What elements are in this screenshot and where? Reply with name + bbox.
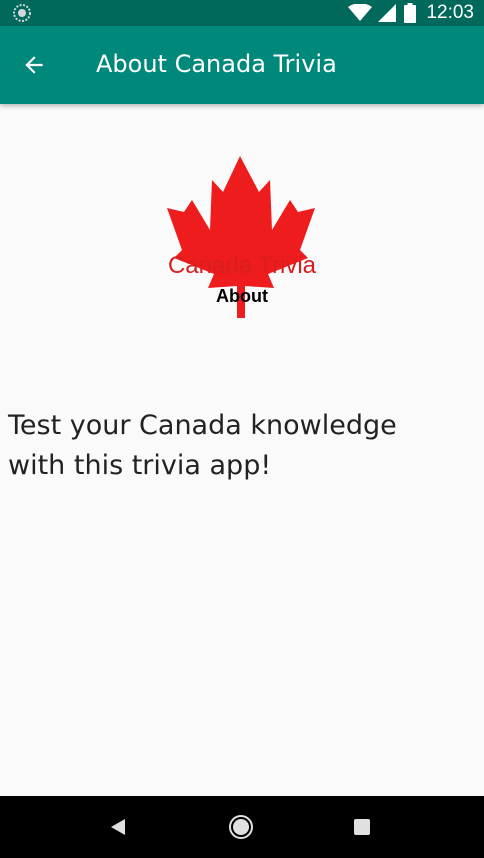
logo-subtitle: About — [216, 286, 268, 306]
cellular-signal-icon — [378, 4, 397, 22]
system-nav-bar — [0, 796, 484, 858]
nav-back-button[interactable] — [104, 813, 132, 841]
back-triangle-icon — [111, 819, 125, 835]
battery-icon — [404, 3, 417, 23]
arrow-left-icon — [25, 56, 43, 74]
status-icons: 12:03 — [348, 0, 474, 26]
spinner-icon — [13, 4, 31, 22]
status-bar: 12:03 — [0, 0, 484, 26]
nav-recents-button[interactable] — [348, 813, 376, 841]
nav-home-button[interactable] — [227, 813, 255, 841]
page-title: About Canada Trivia — [96, 50, 337, 78]
wifi-icon — [348, 4, 373, 21]
home-circle-icon — [229, 815, 253, 839]
app-bar: About Canada Trivia — [0, 26, 484, 104]
logo-title: Canada Trivia — [167, 252, 317, 279]
recents-square-icon — [354, 819, 370, 835]
status-time: 12:03 — [426, 2, 474, 23]
app-logo: Canada Trivia About — [150, 150, 334, 324]
back-button[interactable] — [14, 45, 54, 85]
about-description: Test your Canada knowledge with this tri… — [8, 410, 397, 481]
